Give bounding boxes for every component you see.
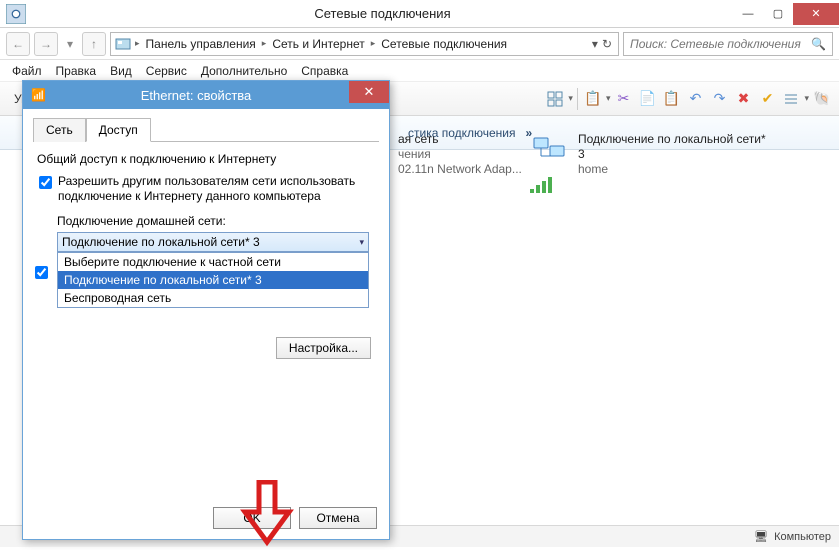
window-title: Сетевые подключения (32, 6, 733, 21)
status-right: 🖥 Компьютер (754, 530, 831, 543)
paste2-icon[interactable]: 📋 (660, 88, 682, 110)
nav-row: ← → ▾ ↑ ▸ Панель управления ▸ Сеть и Инт… (0, 28, 839, 60)
dropdown-icon[interactable]: ▾ (606, 93, 611, 104)
dialog-title: Ethernet: свойства (43, 88, 349, 103)
home-connection-combo[interactable]: Подключение по локальной сети* 3 (57, 232, 369, 252)
main-titlebar: Сетевые подключения — ▢ ✕ (0, 0, 839, 28)
list-icon[interactable] (780, 88, 802, 110)
undo-icon[interactable]: ↶ (684, 88, 706, 110)
conn-line2: home (578, 162, 770, 177)
allow-sharing-checkbox[interactable] (39, 176, 52, 189)
tabs: Сеть Доступ (33, 117, 379, 142)
dialog-close-button[interactable]: ✕ (349, 81, 389, 103)
computer-icon: 🖥 (754, 530, 768, 543)
location-icon (115, 36, 131, 52)
copy-icon[interactable]: 📄 (636, 88, 658, 110)
connection-item-lan3[interactable]: Подключение по локальной сети* 3 home (530, 132, 770, 193)
home-connection-label: Подключение домашней сети: (57, 214, 379, 228)
forward-button[interactable]: → (34, 32, 58, 56)
breadcrumb-seg-2[interactable]: Сеть и Интернет (270, 37, 366, 51)
separator (577, 88, 578, 110)
menu-view[interactable]: Вид (104, 62, 138, 80)
settings-button[interactable]: Настройка... (276, 337, 371, 359)
addr-tools: ▾ ↻ (590, 37, 614, 51)
delete-icon[interactable]: ✖ (732, 88, 754, 110)
dialog-body: Сеть Доступ Общий доступ к подключению к… (23, 109, 389, 539)
menu-extra[interactable]: Дополнительно (195, 62, 293, 80)
chevron-icon: ▸ (371, 38, 376, 49)
network-icon (530, 132, 570, 193)
history-dropdown[interactable]: ▾ (62, 32, 78, 56)
close-button[interactable]: ✕ (793, 3, 839, 25)
menu-file[interactable]: Файл (6, 62, 48, 80)
dropdown-icon[interactable]: ▾ (592, 37, 598, 51)
ok-button[interactable]: OK (213, 507, 291, 529)
search-icon[interactable]: 🔍 (811, 37, 826, 51)
app-icon (6, 4, 26, 24)
tab-access[interactable]: Доступ (86, 118, 151, 142)
allow-sharing-label: Разрешить другим пользователям сети испо… (58, 174, 379, 204)
dropdown-icon[interactable]: ▾ (804, 93, 809, 104)
allow-sharing-row: Разрешить другим пользователям сети испо… (39, 174, 379, 204)
chevron-icon: ▸ (135, 38, 140, 49)
cancel-button[interactable]: Отмена (299, 507, 377, 529)
chevron-icon: ▸ (262, 38, 267, 49)
conn-title: ая сеть (398, 132, 522, 147)
menu-edit[interactable]: Правка (50, 62, 103, 80)
dropdown-icon[interactable]: ▾ (568, 93, 573, 104)
check-icon[interactable]: ✔ (756, 88, 778, 110)
menu-service[interactable]: Сервис (140, 62, 193, 80)
maximize-button[interactable]: ▢ (763, 3, 793, 25)
status-label: Компьютер (774, 531, 831, 543)
back-button[interactable]: ← (6, 32, 30, 56)
tab-network[interactable]: Сеть (33, 118, 86, 142)
combo-value: Подключение по локальной сети* 3 (62, 235, 260, 249)
search-input[interactable] (630, 37, 805, 51)
paste-icon[interactable]: 📋 (582, 88, 604, 110)
view-details-icon[interactable] (544, 88, 566, 110)
minimize-button[interactable]: — (733, 3, 763, 25)
dialog-titlebar[interactable]: 📶 Ethernet: свойства ✕ (23, 81, 389, 109)
list-option-wireless[interactable]: Беспроводная сеть (58, 289, 368, 307)
search-box[interactable]: 🔍 (623, 32, 833, 56)
dialog-icon: 📶 (31, 88, 43, 102)
signal-bars-icon (530, 177, 570, 193)
chevron-down-icon (359, 237, 364, 248)
breadcrumb-seg-3[interactable]: Сетевые подключения (379, 37, 509, 51)
conn-line2: чения (398, 147, 522, 162)
breadcrumb-seg-1[interactable]: Панель управления (144, 37, 258, 51)
group-title: Общий доступ к подключению к Интернету (37, 152, 379, 166)
toolbar-right: ▾ 📋 ▾ ✂ 📄 📋 ↶ ↷ ✖ ✔ ▾ 🐚 (544, 88, 833, 110)
redo-icon[interactable]: ↷ (708, 88, 730, 110)
refresh-icon[interactable]: ↻ (602, 37, 612, 51)
menu-bar: Файл Правка Вид Сервис Дополнительно Спр… (0, 60, 839, 82)
address-bar[interactable]: ▸ Панель управления ▸ Сеть и Интернет ▸ … (110, 32, 619, 56)
up-button[interactable]: ↑ (82, 32, 106, 56)
properties-dialog: 📶 Ethernet: свойства ✕ Сеть Доступ Общий… (22, 80, 390, 540)
second-checkbox[interactable] (35, 266, 48, 279)
shell-icon[interactable]: 🐚 (811, 88, 833, 110)
conn-line3: 02.11n Network Adap... (398, 162, 522, 177)
connection-listbox[interactable]: Выберите подключение к частной сети Подк… (57, 252, 369, 308)
cut-icon[interactable]: ✂ (612, 88, 634, 110)
window-buttons: — ▢ ✕ (733, 3, 839, 25)
conn-title: Подключение по локальной сети* 3 (578, 132, 770, 162)
menu-help[interactable]: Справка (295, 62, 354, 80)
dialog-buttons: OK Отмена (213, 507, 377, 529)
